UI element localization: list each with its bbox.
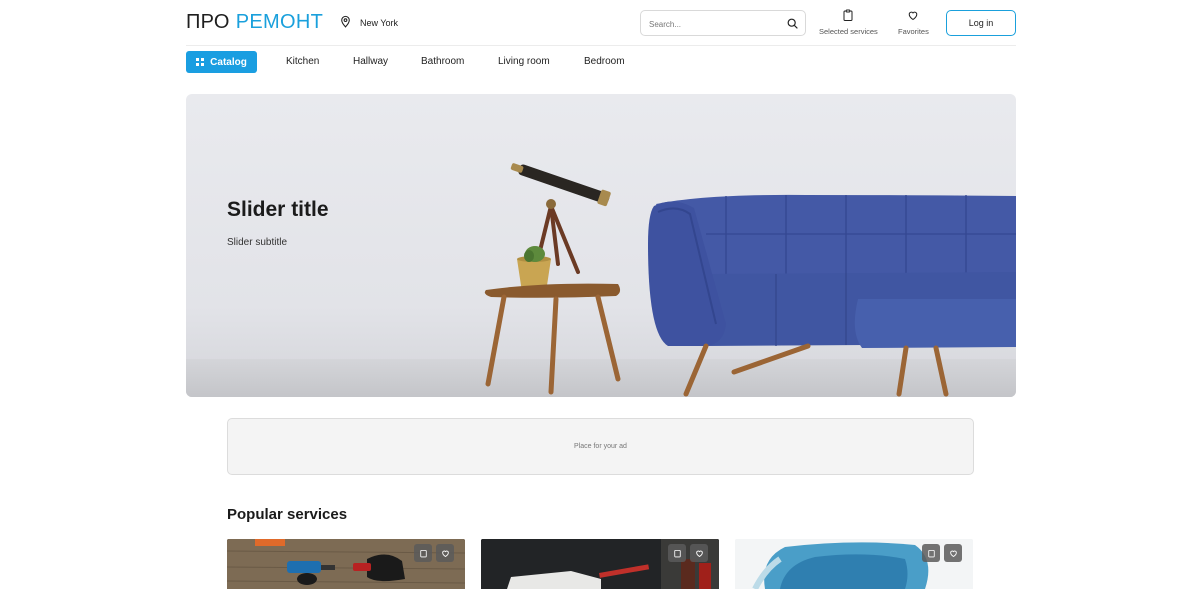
clipboard-icon [842,9,854,27]
map-pin-icon [339,15,352,30]
main-nav: Catalog Kitchen Hallway Bathroom Living … [186,51,786,73]
selected-services-label: Selected services [819,27,878,36]
add-to-selected-button[interactable] [922,544,940,562]
catalog-button[interactable]: Catalog [186,51,257,73]
grid-icon [196,58,205,66]
add-to-favorites-button[interactable] [436,544,454,562]
search-icon[interactable] [786,17,799,30]
logo-part-1: ПРО [186,11,230,33]
logo-part-2: РЕМОНТ [235,11,324,33]
site-header: ПРОРЕМОНТ New York Selected services Fav… [186,0,1016,46]
logo[interactable]: ПРО РЕМОНТ [186,11,323,34]
search-input[interactable] [649,17,777,31]
search-box [640,10,806,36]
ad-label: Place for your ad [574,443,627,450]
favorites-label: Favorites [898,27,929,36]
heart-icon [441,550,449,557]
slider-title: Slider title [227,198,329,221]
catalog-label: Catalog [210,56,247,68]
favorites-link[interactable]: Favorites [898,9,929,36]
heart-icon [695,550,703,557]
hero-slider[interactable]: Slider title Slider subtitle [186,94,1016,397]
location-label: New York [360,17,399,28]
service-card[interactable] [481,539,719,589]
service-card[interactable] [735,539,973,589]
add-to-selected-button[interactable] [414,544,432,562]
nav-item-bedroom[interactable]: Bedroom [584,56,625,67]
clipboard-icon [927,549,935,557]
heart-icon [949,550,957,557]
nav-item-hallway[interactable]: Hallway [353,56,388,67]
selected-services-link[interactable]: Selected services [819,9,878,36]
add-to-selected-button[interactable] [668,544,686,562]
clipboard-icon [419,549,427,557]
popular-services-title: Popular services [227,506,348,523]
clipboard-icon [673,549,681,557]
add-to-favorites-button[interactable] [690,544,708,562]
nav-item-living-room[interactable]: Living room [498,56,550,67]
service-card[interactable] [227,539,465,589]
login-button[interactable]: Log in [946,10,1016,36]
nav-item-kitchen[interactable]: Kitchen [286,56,319,67]
ad-placeholder[interactable]: Place for your ad [227,418,974,475]
nav-item-bathroom[interactable]: Bathroom [421,56,464,67]
hero-image [484,163,1016,397]
add-to-favorites-button[interactable] [944,544,962,562]
heart-icon [907,9,919,27]
location-selector[interactable]: New York [339,15,398,30]
slider-subtitle: Slider subtitle [227,237,288,248]
